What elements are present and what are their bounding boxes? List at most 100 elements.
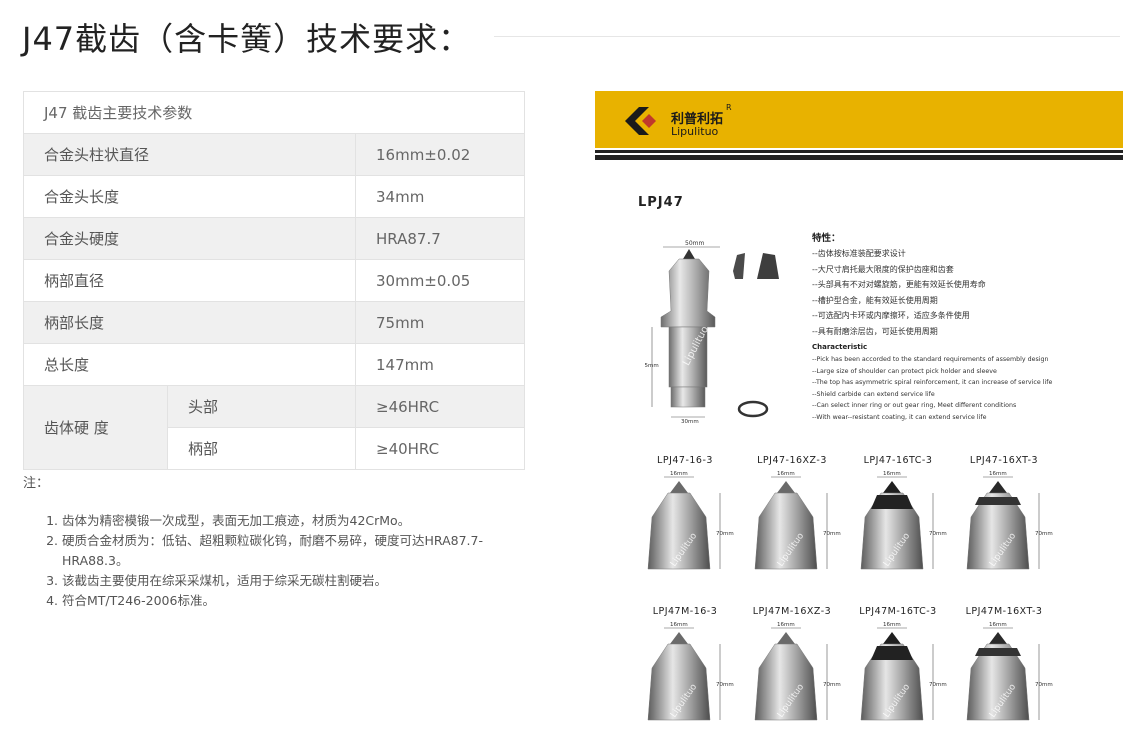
banner-stripe xyxy=(595,155,1123,160)
list-item: --齿体按标准装配要求设计 xyxy=(812,249,906,258)
table-row: 柄部长度 75mm xyxy=(23,301,525,344)
list-item: 齿体为精密模锻一次成型，表面无加工痕迹，材质为42CrMo。 xyxy=(62,511,532,531)
variant-dim-top: 16mm xyxy=(670,471,688,477)
row-value: ≥46HRC xyxy=(355,385,525,428)
list-item: --头部具有不对对螺旋筋，更能有效延长使用寿命 xyxy=(812,280,986,289)
row-value: 75mm xyxy=(355,301,525,344)
variant-label: LPJ47M-16TC-3 xyxy=(859,606,937,617)
variant-pick-drawing: 16mm70mmLipulituo xyxy=(754,622,841,721)
list-item: --槽护型合金，能有效延长使用周期 xyxy=(812,295,938,305)
variant-dim-top: 16mm xyxy=(989,471,1007,477)
variant-pick-drawing: 16mm70mmLipulituo xyxy=(647,471,734,570)
variant-card: LPJ47M-16-3 16mm 70mm Lipulituo xyxy=(630,606,740,741)
row-label: 合金头柱状直径 xyxy=(23,133,356,176)
model-title: LPJ47 xyxy=(638,195,684,210)
variant-pick-drawing: 16mm70mmLipulituo xyxy=(860,471,947,570)
variant-pick-drawing: 16mm70mmLipulituo xyxy=(966,622,1053,721)
hardness-label: 齿体硬 度 xyxy=(23,385,168,470)
list-item: --Large size of shoulder can protect pic… xyxy=(812,367,997,375)
table-header-row: J47 截齿主要技术参数 xyxy=(23,91,525,134)
table-row: 合金头柱状直径 16mm±0.02 xyxy=(23,133,525,176)
variant-card: LPJ47M-16XZ-3 16mm 70mm Lipulituo xyxy=(737,606,847,741)
features-en-list: --Pick has been accorded to the standard… xyxy=(812,354,1052,424)
list-item: 该截齿主要使用在综采采煤机，适用于综采无碳柱割硬岩。 xyxy=(62,571,532,591)
list-item: --Shield carbide can extend service life xyxy=(812,390,935,398)
row-value: ≥40HRC xyxy=(355,427,525,470)
variant-label: LPJ47M-16XT-3 xyxy=(965,606,1043,617)
variant-dim-side: 70mm xyxy=(823,682,841,688)
list-item: --With wear--resistant coating, it can e… xyxy=(812,413,987,421)
variant-card: LPJ47M-16XT-3 16mm 70mm Lipulituo xyxy=(949,606,1059,741)
title-divider xyxy=(494,36,1120,37)
row-value: 147mm xyxy=(355,343,525,386)
variant-card: LPJ47-16-3 16mm 70mm Lipulituo xyxy=(630,455,740,595)
brand-registered-mark: R xyxy=(726,103,732,112)
row-value: 16mm±0.02 xyxy=(355,133,525,176)
variant-card: LPJ47M-16TC-3 16mm 70mm Lipulituo xyxy=(843,606,953,741)
row-label: 柄部直径 xyxy=(23,259,356,302)
variant-card: LPJ47-16XT-3 16mm 70mm Lipulituo xyxy=(949,455,1059,595)
variant-card: LPJ47-16TC-3 16mm 70mm Lipulituo xyxy=(843,455,953,595)
list-item: 符合MT/T246-2006标准。 xyxy=(62,591,532,611)
characteristic-title: Characteristic xyxy=(812,343,868,351)
spec-table: J47 截齿主要技术参数 合金头柱状直径 16mm±0.02 合金头长度 34m… xyxy=(23,91,525,470)
row-label: 合金头长度 xyxy=(23,175,356,218)
table-row: 合金头长度 34mm xyxy=(23,175,525,218)
variant-dim-top: 16mm xyxy=(777,622,795,628)
list-item: --可选配内卡环或内摩擦环，适应多条件使用 xyxy=(812,311,970,320)
variant-pick-drawing: 16mm70mmLipulituo xyxy=(647,622,734,721)
list-item: 硬质合金材质为：低钴、超粗颗粒碳化钨，耐磨不易碎，硬度可达HRA87.7-HRA… xyxy=(62,531,532,571)
variant-pick-drawing: 16mm70mmLipulituo xyxy=(966,471,1053,570)
brand-name-en: Lipulituo xyxy=(671,125,719,138)
variant-dim-side: 70mm xyxy=(716,682,734,688)
page-title: J47截齿（含卡簧）技术要求： xyxy=(22,20,472,58)
list-item: --Pick has been accorded to the standard… xyxy=(812,356,1049,363)
features-title: 特性： xyxy=(812,233,841,244)
table-row: 总长度 147mm xyxy=(23,343,525,386)
row-sublabel: 柄部 xyxy=(167,427,356,470)
variant-label: LPJ47-16TC-3 xyxy=(863,455,933,466)
variant-dim-top: 16mm xyxy=(777,471,795,477)
row-value: 34mm xyxy=(355,175,525,218)
table-row: 合金头硬度 HRA87.7 xyxy=(23,217,525,260)
variant-dim-side: 70mm xyxy=(929,531,947,537)
variant-dim-side: 70mm xyxy=(1035,531,1053,537)
row-sublabel: 头部 xyxy=(167,385,356,428)
variant-pick-drawing: 16mm70mmLipulituo xyxy=(754,471,841,570)
variant-dim-top: 16mm xyxy=(883,471,901,477)
variant-dim-top: 16mm xyxy=(989,622,1007,628)
variant-label: LPJ47M-16-3 xyxy=(652,606,718,617)
row-label: 总长度 xyxy=(23,343,356,386)
row-label: 柄部长度 xyxy=(23,301,356,344)
table-row: 齿体硬 度 头部 ≥46HRC xyxy=(23,385,525,470)
variant-pick-drawing: 16mm70mmLipulituo xyxy=(860,622,947,721)
list-item: --Can select inner ring or out gear ring… xyxy=(812,402,1017,410)
variant-label: LPJ47-16-3 xyxy=(657,455,713,466)
dim-top-label: 50mm xyxy=(685,240,704,247)
variant-dim-top: 16mm xyxy=(670,622,688,628)
variant-dim-side: 70mm xyxy=(929,682,947,688)
variant-card: LPJ47-16XZ-3 16mm 70mm Lipulituo xyxy=(737,455,847,595)
variant-label: LPJ47-16XZ-3 xyxy=(757,455,827,466)
catalog-banner: 利普利拓 R Lipulituo xyxy=(595,91,1123,148)
variant-label: LPJ47-16XT-3 xyxy=(969,455,1039,466)
row-value: HRA87.7 xyxy=(355,217,525,260)
main-pick-drawing: 50mm 75mm 30mm Lipulituo xyxy=(645,240,779,425)
list-item: --The top has asymmetric spiral reinforc… xyxy=(812,379,1053,387)
variant-dim-top: 16mm xyxy=(883,622,901,628)
variant-dim-side: 70mm xyxy=(1035,682,1053,688)
table-row: 柄部直径 30mm±0.05 xyxy=(23,259,525,302)
brand-logo-icon xyxy=(625,107,656,135)
list-item: --大尺寸肩托最大限度的保护齿座和齿套 xyxy=(812,264,954,274)
list-item: --具有耐磨涂层齿，可延长使用周期 xyxy=(812,326,938,336)
dim-side-label: 75mm xyxy=(645,363,659,369)
features-cn-list: --齿体按标准装配要求设计 --大尺寸肩托最大限度的保护齿座和齿套 --头部具有… xyxy=(812,246,986,339)
table-header: J47 截齿主要技术参数 xyxy=(23,91,525,134)
notes-list: 齿体为精密模锻一次成型，表面无加工痕迹，材质为42CrMo。 硬质合金材质为：低… xyxy=(48,511,532,611)
variant-dim-side: 70mm xyxy=(716,531,734,537)
notes-label: 注： xyxy=(23,476,50,491)
variant-dim-side: 70mm xyxy=(823,531,841,537)
row-value: 30mm±0.05 xyxy=(355,259,525,302)
dim-bottom-label: 30mm xyxy=(681,419,699,425)
product-catalog-image: 利普利拓 R Lipulituo LPJ47 50mm 75mm 30mm Li… xyxy=(595,91,1123,741)
